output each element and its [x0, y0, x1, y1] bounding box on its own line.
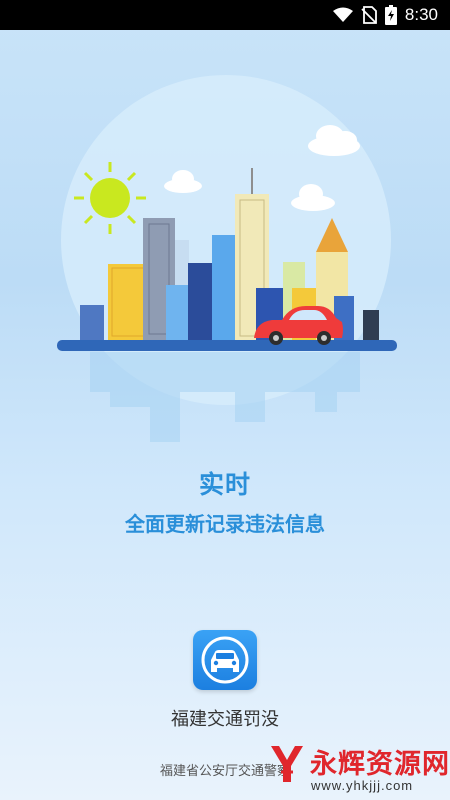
status-time: 8:30 [404, 5, 438, 24]
wifi-icon [332, 7, 353, 23]
battery-charging-icon [384, 5, 397, 25]
ground-platform [57, 340, 397, 351]
splash-subtitle: 全面更新记录违法信息 [125, 512, 325, 536]
car-app-icon [201, 636, 249, 684]
no-sim-icon [361, 6, 377, 24]
watermark-url: www.yhkjjj.com [311, 778, 414, 793]
watermark-logo-icon [271, 746, 303, 782]
status-bar: 8:30 [0, 0, 450, 30]
app-icon [193, 630, 257, 690]
app-name: 福建交通罚没 [171, 709, 279, 730]
watermark: 永辉资源网 www.yhkjjj.com [265, 740, 450, 800]
watermark-text: 永辉资源网 [310, 749, 450, 780]
city-illustration [57, 75, 397, 442]
splash-title: 实时 [198, 470, 251, 499]
